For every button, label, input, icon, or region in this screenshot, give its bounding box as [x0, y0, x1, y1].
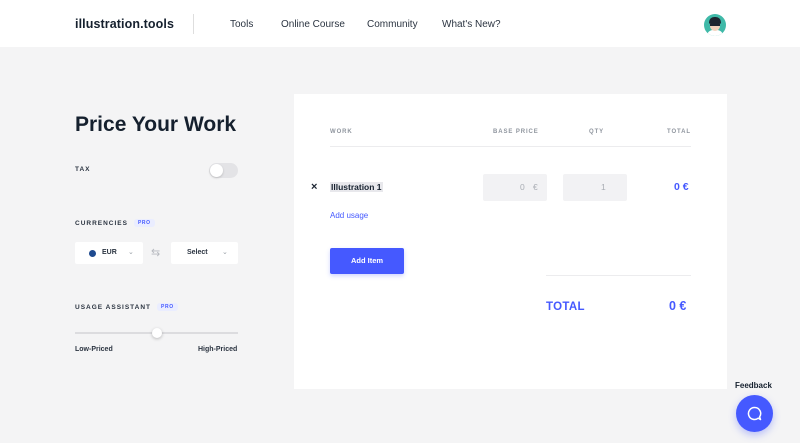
page-title: Price Your Work	[75, 113, 237, 136]
tax-toggle[interactable]	[209, 163, 238, 178]
currency-from-select[interactable]: EUR ⌄	[75, 242, 143, 264]
chevron-down-icon: ⌄	[222, 249, 228, 256]
avatar-hair	[709, 17, 721, 24]
currency-to-select[interactable]: Select ⌄	[171, 242, 238, 264]
qty-input[interactable]: 1	[563, 174, 627, 201]
column-header-qty: QTY	[589, 129, 605, 135]
currencies-section: CURRENCIES PRO	[75, 219, 155, 227]
base-price-input[interactable]: 0 €	[483, 174, 547, 201]
toggle-knob	[210, 164, 223, 177]
feedback-label: Feedback	[735, 381, 772, 390]
currency-symbol: €	[533, 182, 538, 192]
pricing-card	[294, 94, 727, 389]
chat-bubble-icon	[747, 406, 762, 421]
high-priced-label: High-Priced	[198, 346, 238, 353]
low-priced-label: Low-Priced	[75, 346, 113, 353]
chevron-down-icon: ⌄	[128, 249, 134, 256]
item-name-field[interactable]: Illustration 1	[330, 182, 383, 192]
add-item-button[interactable]: Add Item	[330, 248, 404, 274]
user-avatar[interactable]	[704, 14, 726, 36]
base-price-value: 0	[520, 182, 525, 192]
feedback-button[interactable]	[736, 395, 773, 432]
brand-logo[interactable]: illustration.tools	[75, 17, 174, 31]
usage-assistant-label: USAGE ASSISTANT	[75, 304, 152, 311]
nav-link-whats-new[interactable]: What's New?	[442, 19, 501, 30]
pro-badge: PRO	[133, 219, 155, 227]
currency-from-value: EUR	[102, 249, 117, 256]
usage-assistant-section: USAGE ASSISTANT PRO	[75, 303, 178, 311]
add-usage-link[interactable]: Add usage	[330, 211, 368, 220]
nav-link-online-course[interactable]: Online Course	[281, 19, 345, 30]
swap-arrows-icon[interactable]: ⇆	[151, 246, 160, 259]
header-divider	[330, 146, 691, 147]
tax-label: TAX	[75, 166, 91, 173]
column-header-work: WORK	[330, 129, 353, 135]
column-header-total: TOTAL	[667, 129, 691, 135]
pro-badge: PRO	[157, 303, 178, 311]
avatar-glasses	[710, 24, 720, 26]
nav-link-tools[interactable]: Tools	[230, 19, 253, 30]
close-icon[interactable]: ×	[311, 181, 317, 193]
column-header-base-price: BASE PRICE	[493, 129, 539, 135]
qty-value: 1	[601, 182, 606, 192]
nav-link-community[interactable]: Community	[367, 19, 418, 30]
nav-divider	[193, 14, 194, 34]
top-nav: illustration.tools Tools Online Course C…	[0, 0, 800, 47]
total-divider	[546, 275, 691, 276]
row-total: 0 €	[674, 181, 689, 193]
grand-total-label: TOTAL	[546, 301, 585, 313]
eu-flag-icon	[89, 250, 96, 257]
usage-slider-handle[interactable]	[152, 328, 162, 338]
currencies-label: CURRENCIES	[75, 220, 128, 227]
currency-to-value: Select	[187, 249, 208, 256]
grand-total-value: 0 €	[669, 299, 687, 313]
